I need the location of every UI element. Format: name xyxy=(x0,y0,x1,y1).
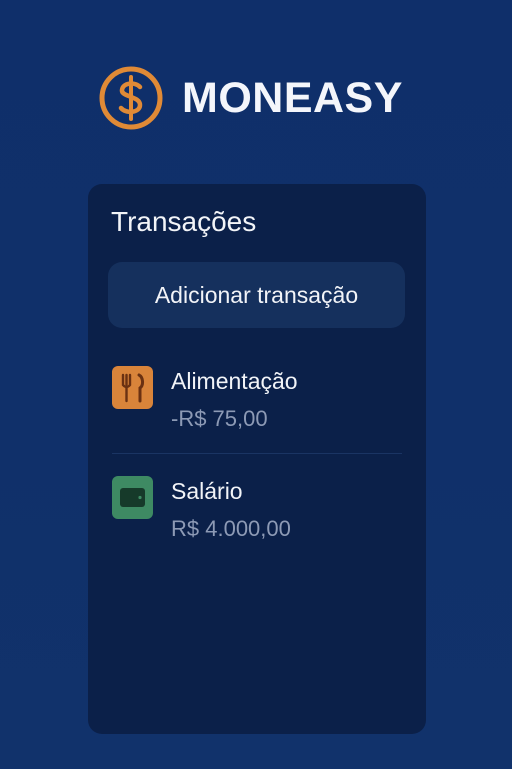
transaction-amount: R$ 4.000,00 xyxy=(171,516,291,541)
transactions-card: Transações Adicionar transação Alimentaç… xyxy=(88,184,426,734)
fork-knife-icon xyxy=(112,366,153,409)
transaction-item[interactable]: Salário R$ 4.000,00 xyxy=(112,474,402,554)
wallet-icon xyxy=(112,476,153,519)
transaction-item[interactable]: Alimentação -R$ 75,00 xyxy=(112,364,402,444)
transaction-name: Alimentação xyxy=(171,368,298,394)
card-title: Transações xyxy=(111,206,257,237)
divider xyxy=(112,453,402,454)
add-transaction-button[interactable]: Adicionar transação xyxy=(108,262,405,328)
brand-name: MONEASY xyxy=(182,73,403,122)
dollar-coin-icon xyxy=(99,66,163,130)
transaction-name: Salário xyxy=(171,478,243,504)
transaction-amount: -R$ 75,00 xyxy=(171,406,268,431)
brand-header: MONEASY xyxy=(98,64,403,132)
